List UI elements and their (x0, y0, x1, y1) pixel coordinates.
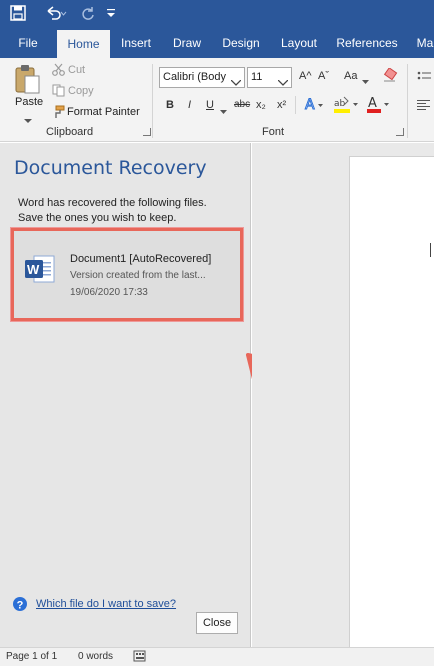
recovered-file-date: 19/06/2020 17:33 (70, 287, 148, 298)
grow-font-button[interactable]: A^ (299, 70, 312, 82)
text-cursor (430, 243, 431, 257)
recovered-file-version: Version created from the last... (70, 270, 206, 281)
recovered-file-name: Document1 [AutoRecovered] (70, 253, 212, 265)
ribbon-separator (295, 96, 296, 114)
recovered-file-item[interactable]: W Document1 [AutoRecovered] Version crea… (11, 228, 243, 321)
align-left-icon[interactable] (417, 98, 431, 115)
svg-text:ab: ab (334, 99, 346, 109)
document-area (252, 143, 434, 656)
pane-title: Document Recovery (14, 157, 207, 179)
copy-button[interactable]: Copy (68, 85, 94, 97)
customize-qat-icon[interactable] (106, 5, 116, 24)
ribbon-home: Paste Cut Copy Format Painter Clipboard … (0, 58, 434, 142)
font-size-value: 11 (251, 71, 263, 83)
ribbon-tabs: File Home Insert Draw Design Layout Refe… (0, 28, 434, 58)
text-effects-icon[interactable]: A (304, 96, 324, 115)
which-file-help-link[interactable]: Which file do I want to save? (36, 598, 176, 610)
svg-text:W: W (27, 262, 40, 277)
italic-button[interactable]: I (188, 99, 191, 111)
undo-icon[interactable] (44, 5, 68, 24)
tab-references[interactable]: References (333, 28, 401, 58)
paste-icon[interactable] (14, 64, 42, 97)
scissors-icon (52, 63, 65, 79)
highlight-icon[interactable]: ab (333, 95, 359, 117)
tab-mailings[interactable]: Ma (410, 28, 434, 58)
document-recovery-pane: Document Recovery Word has recovered the… (0, 143, 251, 647)
quick-access-toolbar (0, 0, 434, 28)
font-dialog-launcher[interactable] (396, 128, 404, 136)
word-document-icon: W (24, 253, 56, 288)
svg-text:?: ? (17, 599, 24, 611)
svg-text:A: A (368, 96, 377, 111)
close-button[interactable]: Close (196, 612, 238, 634)
chevron-down-icon (230, 74, 242, 93)
status-bar: Page 1 of 1 0 words (0, 647, 434, 666)
chevron-down-icon (277, 74, 289, 93)
superscript-button[interactable]: x² (277, 99, 286, 111)
underline-button[interactable]: U (206, 99, 214, 111)
bold-button[interactable]: B (166, 99, 174, 111)
tab-home[interactable]: Home (57, 30, 110, 58)
format-painter-button[interactable]: Format Painter (67, 106, 140, 118)
pane-description-line-1: Word has recovered the following files. (18, 197, 207, 209)
clipboard-group-label: Clipboard (46, 126, 94, 138)
strikethrough-button[interactable]: abc (234, 99, 250, 110)
help-icon[interactable]: ? (12, 596, 28, 615)
shrink-font-button[interactable]: Aˇ (318, 70, 329, 82)
tab-layout[interactable]: Layout (274, 28, 324, 58)
bullets-icon[interactable] (417, 70, 431, 87)
pane-description: Word has recovered the following files. … (18, 196, 238, 226)
font-size-combo[interactable]: 11 (247, 67, 292, 88)
ribbon-separator (152, 64, 153, 138)
tab-insert[interactable]: Insert (114, 28, 158, 58)
ribbon-separator (407, 64, 408, 138)
tab-design[interactable]: Design (216, 28, 266, 58)
proofing-icon[interactable] (133, 650, 147, 666)
clear-formatting-icon[interactable] (383, 67, 399, 85)
font-name-combo[interactable]: Calibri (Body (159, 67, 245, 88)
font-color-icon[interactable]: A (366, 95, 392, 117)
clipboard-dialog-launcher[interactable] (143, 128, 151, 136)
pane-description-line-2: Save the ones you wish to keep. (18, 212, 177, 224)
word-count[interactable]: 0 words (78, 651, 113, 662)
subscript-button[interactable]: x₂ (256, 99, 266, 111)
page-count[interactable]: Page 1 of 1 (6, 651, 57, 662)
font-group-label: Font (262, 126, 285, 138)
tab-draw[interactable]: Draw (166, 28, 208, 58)
cut-button[interactable]: Cut (68, 64, 85, 76)
chevron-down-icon (220, 104, 227, 118)
chevron-down-icon (362, 74, 369, 88)
paste-button[interactable]: Paste (15, 96, 43, 108)
document-page[interactable] (349, 156, 434, 656)
redo-icon[interactable] (80, 5, 96, 24)
save-icon[interactable] (10, 5, 26, 24)
tab-file[interactable]: File (6, 28, 50, 58)
font-name-value: Calibri (Body (163, 71, 226, 83)
svg-text:A: A (305, 97, 315, 112)
change-case-button[interactable]: Aa (344, 70, 357, 82)
format-painter-icon (51, 105, 65, 122)
copy-icon (52, 84, 65, 100)
paste-dropdown-icon[interactable] (24, 113, 32, 127)
